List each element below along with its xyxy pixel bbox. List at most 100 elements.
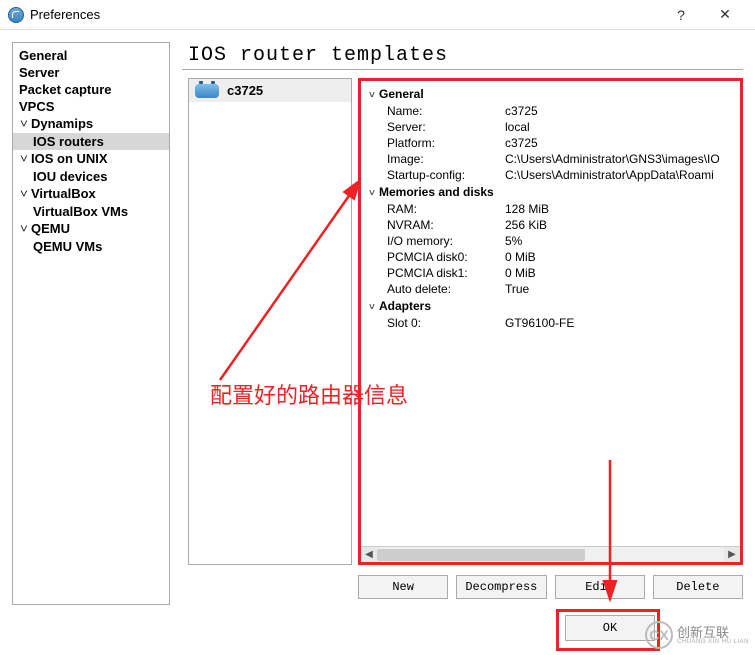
detail-row: Auto delete:True (369, 281, 732, 297)
detail-row: Server:local (369, 119, 732, 135)
detail-row: Startup-config:C:\Users\Administrator\Ap… (369, 167, 732, 183)
section-title: General (379, 87, 424, 101)
watermark-logo: CX (645, 621, 673, 649)
section-title: Memories and disks (379, 185, 494, 199)
template-list: c3725 (188, 78, 352, 565)
detail-value: c3725 (505, 136, 732, 150)
detail-section-memories[interactable]: ˅Memories and disks (369, 183, 732, 201)
ok-button[interactable]: OK (565, 615, 655, 641)
watermark: CX 创新互联 CHUANG XIN HU LIAN (645, 621, 749, 649)
detail-key: Image: (387, 152, 505, 166)
detail-row: Name:c3725 (369, 103, 732, 119)
chevron-down-icon: ˅ (19, 116, 29, 132)
sidebar-item-label: VirtualBox (31, 186, 96, 201)
sidebar-item-vpcs[interactable]: VPCS (13, 98, 169, 115)
watermark-brand: 创新互联 (677, 626, 749, 639)
detail-row: RAM:128 MiB (369, 201, 732, 217)
preferences-sidebar: General Server Packet capture VPCS ˅Dyna… (12, 42, 170, 605)
detail-value: 0 MiB (505, 266, 732, 280)
sidebar-item-label: VPCS (19, 99, 54, 114)
scroll-track[interactable] (377, 547, 724, 562)
chevron-down-icon: ˅ (369, 302, 379, 313)
detail-row: Slot 0:GT96100-FE (369, 315, 732, 331)
content-area: IOS router templates c3725 ˅General Name… (182, 42, 743, 605)
detail-key: NVRAM: (387, 218, 505, 232)
template-list-item[interactable]: c3725 (189, 79, 351, 102)
sidebar-item-label: IOS routers (33, 134, 104, 149)
detail-value: c3725 (505, 104, 732, 118)
detail-row: I/O memory:5% (369, 233, 732, 249)
template-actions: New Decompress Edit Delete (358, 575, 743, 599)
sidebar-item-label: QEMU VMs (33, 239, 102, 254)
template-name: c3725 (227, 83, 263, 98)
app-icon (8, 7, 24, 23)
sidebar-item-virtualbox-vms[interactable]: VirtualBox VMs (13, 203, 169, 220)
page-title: IOS router templates (182, 42, 743, 70)
sidebar-item-label: Packet capture (19, 82, 112, 97)
sidebar-item-server[interactable]: Server (13, 64, 169, 81)
new-button[interactable]: New (358, 575, 448, 599)
delete-button[interactable]: Delete (653, 575, 743, 599)
detail-row: Platform:c3725 (369, 135, 732, 151)
sidebar-item-label: QEMU (31, 221, 70, 236)
help-button[interactable]: ? (659, 0, 703, 30)
detail-key: Name: (387, 104, 505, 118)
main-area: General Server Packet capture VPCS ˅Dyna… (0, 30, 755, 655)
router-icon (195, 84, 219, 98)
detail-key: I/O memory: (387, 234, 505, 248)
detail-value: C:\Users\Administrator\GNS3\images\IO (505, 152, 732, 166)
detail-section-general[interactable]: ˅General (369, 85, 732, 103)
sidebar-item-label: IOU devices (33, 169, 107, 184)
detail-section-adapters[interactable]: ˅Adapters (369, 297, 732, 315)
chevron-down-icon: ˅ (19, 221, 29, 237)
scroll-thumb[interactable] (377, 549, 585, 561)
detail-key: Server: (387, 120, 505, 134)
detail-value: 0 MiB (505, 250, 732, 264)
detail-key: Startup-config: (387, 168, 505, 182)
sidebar-item-label: Server (19, 65, 59, 80)
detail-key: PCMCIA disk0: (387, 250, 505, 264)
detail-key: RAM: (387, 202, 505, 216)
detail-value: 256 KiB (505, 218, 732, 232)
detail-key: Platform: (387, 136, 505, 150)
sidebar-item-general[interactable]: General (13, 47, 169, 64)
chevron-down-icon: ˅ (19, 186, 29, 202)
sidebar-item-label: VirtualBox VMs (33, 204, 128, 219)
detail-key: Auto delete: (387, 282, 505, 296)
detail-value: True (505, 282, 732, 296)
titlebar: Preferences ? ✕ (0, 0, 755, 30)
close-button[interactable]: ✕ (703, 0, 747, 30)
sidebar-item-ios-routers[interactable]: IOS routers (13, 133, 169, 150)
sidebar-item-label: IOS on UNIX (31, 151, 108, 166)
chevron-down-icon: ˅ (369, 188, 379, 199)
detail-value: GT96100-FE (505, 316, 732, 330)
sidebar-item-qemu[interactable]: ˅QEMU (13, 220, 169, 238)
detail-key: Slot 0: (387, 316, 505, 330)
sidebar-item-virtualbox[interactable]: ˅VirtualBox (13, 185, 169, 203)
section-title: Adapters (379, 299, 431, 313)
sidebar-item-ios-on-unix[interactable]: ˅IOS on UNIX (13, 150, 169, 168)
chevron-down-icon: ˅ (369, 90, 379, 101)
sidebar-item-dynamips[interactable]: ˅Dynamips (13, 115, 169, 133)
detail-row: PCMCIA disk0:0 MiB (369, 249, 732, 265)
watermark-pinyin: CHUANG XIN HU LIAN (677, 639, 749, 645)
detail-value: 5% (505, 234, 732, 248)
sidebar-item-label: General (19, 48, 67, 63)
sidebar-item-packet-capture[interactable]: Packet capture (13, 81, 169, 98)
horizontal-scrollbar[interactable]: ◀ ▶ (361, 546, 740, 562)
dialog-footer: OK (0, 611, 755, 645)
window-title: Preferences (30, 7, 659, 22)
scroll-left-icon[interactable]: ◀ (361, 547, 377, 562)
decompress-button[interactable]: Decompress (456, 575, 546, 599)
scroll-right-icon[interactable]: ▶ (724, 547, 740, 562)
detail-row: Image:C:\Users\Administrator\GNS3\images… (369, 151, 732, 167)
detail-value: local (505, 120, 732, 134)
detail-value: C:\Users\Administrator\AppData\Roami (505, 168, 732, 182)
sidebar-item-qemu-vms[interactable]: QEMU VMs (13, 238, 169, 255)
detail-key: PCMCIA disk1: (387, 266, 505, 280)
detail-value: 128 MiB (505, 202, 732, 216)
template-detail-pane: ˅General Name:c3725 Server:local Platfor… (358, 78, 743, 565)
edit-button[interactable]: Edit (555, 575, 645, 599)
chevron-down-icon: ˅ (19, 151, 29, 167)
sidebar-item-iou-devices[interactable]: IOU devices (13, 168, 169, 185)
